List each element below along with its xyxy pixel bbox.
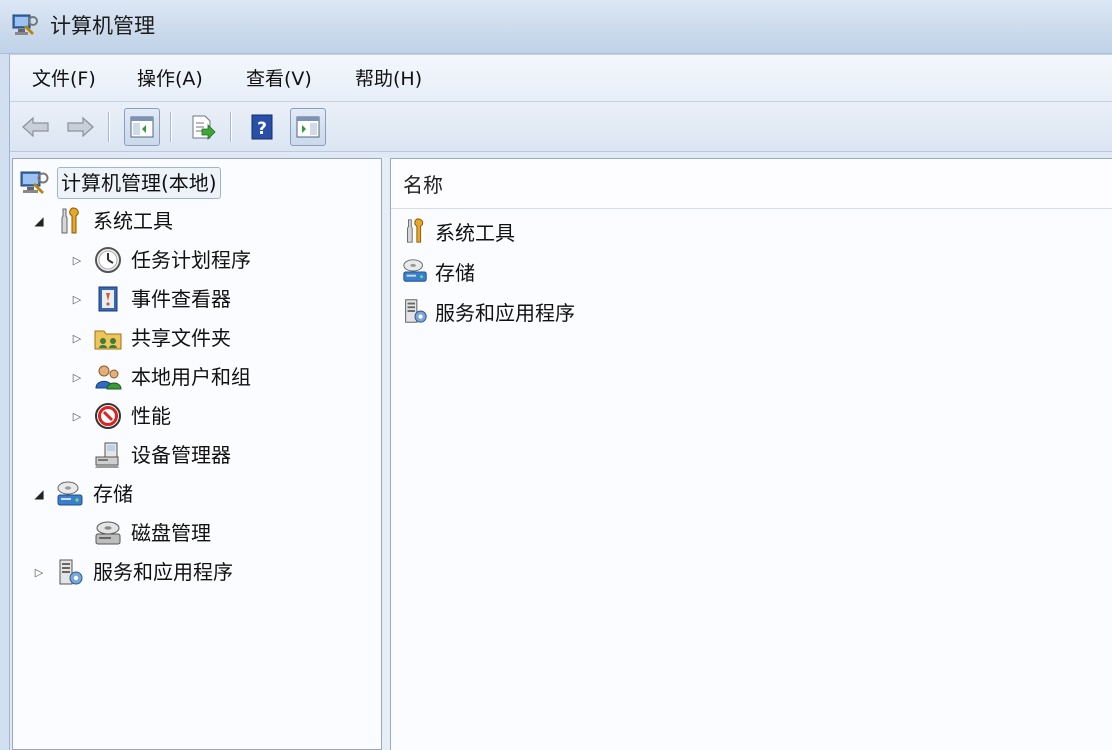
menu-file[interactable]: 文件(F) [28,65,100,93]
tree-item-label: 计算机管理(本地) [57,167,221,199]
computer-management-icon [12,14,38,35]
toolbar-separator [170,112,171,142]
help-icon: ? [251,114,273,140]
tree-item-label: 系统工具 [93,209,173,233]
toolbar-separator [108,112,109,142]
list-item-label: 服务和应用程序 [435,300,575,325]
console-tree-toggle-button[interactable] [124,108,160,146]
menu-bar: 文件(F) 操作(A) 查看(V) 帮助(H) [10,54,1112,102]
svg-text:?: ? [257,119,267,139]
action-pane-toggle-button[interactable] [290,108,326,146]
toolbar: ? [10,102,1112,152]
collapsed-triangle-icon[interactable]: ▷ [31,564,47,580]
title-bar: 计算机管理 [0,0,1112,54]
tree-item-device-manager[interactable]: 设备管理器 [93,437,231,473]
collapsed-triangle-icon[interactable]: ▷ [69,252,85,268]
menu-view[interactable]: 查看(V) [242,65,316,93]
performance-icon [95,403,121,429]
tree-item-shared-folders[interactable]: ▷ 共享文件夹 [69,320,231,356]
list-item-services-applications[interactable]: 服务和应用程序 [401,293,575,329]
tree-item-disk-management[interactable]: 磁盘管理 [93,515,211,551]
computer-management-icon [20,171,49,194]
storage-icon [57,481,83,506]
menu-action[interactable]: 操作(A) [133,65,207,93]
show-hide-console-tree-icon [130,116,154,138]
back-button[interactable] [18,108,54,146]
collapsed-triangle-icon[interactable]: ▷ [69,408,85,424]
export-list-button[interactable] [184,108,220,146]
tree-item-label: 存储 [93,482,133,506]
clock-icon [95,247,121,273]
tree-item-label: 服务和应用程序 [93,560,233,584]
tools-icon [407,218,424,243]
console-tree-pane: 计算机管理(本地) ◢ 系统工具 ▷ 任务计划程序 ▷ 事件查看器 ▷ 共享文件… [12,158,382,750]
forward-arrow-icon [67,116,94,138]
list-item-storage[interactable]: 存储 [401,253,475,289]
services-icon [405,299,427,323]
details-list-pane: 名称 系统工具 存储 服务和应用程序 [390,158,1112,750]
column-header-label: 名称 [403,173,443,197]
export-list-icon [192,115,216,140]
device-manager-icon [95,442,119,468]
tree-item-system-tools[interactable]: ◢ 系统工具 [31,203,173,239]
tree-item-services-applications[interactable]: ▷ 服务和应用程序 [31,554,233,590]
list-item-label: 存储 [435,260,475,285]
back-arrow-icon [22,116,49,138]
tree-item-label: 本地用户和组 [131,365,251,389]
tree-item-label: 性能 [131,404,171,428]
list-item-label: 系统工具 [435,220,515,245]
list-item-system-tools[interactable]: 系统工具 [401,213,515,249]
menu-help[interactable]: 帮助(H) [351,65,426,93]
tree-item-storage[interactable]: ◢ 存储 [31,476,133,512]
tree-item-task-scheduler[interactable]: ▷ 任务计划程序 [69,242,251,278]
tools-icon [61,207,79,234]
shared-folder-icon [94,330,122,350]
tree-item-computer-management-local[interactable]: 计算机管理(本地) [19,165,221,201]
users-icon [95,365,122,390]
show-hide-action-pane-icon [296,116,320,138]
services-icon [59,559,83,585]
collapsed-triangle-icon[interactable]: ▷ [69,330,85,346]
tree-item-event-viewer[interactable]: ▷ 事件查看器 [69,281,231,317]
window-title: 计算机管理 [50,14,155,38]
pane-splitter[interactable] [382,158,390,750]
toolbar-separator [230,112,231,142]
tree-item-label: 设备管理器 [131,443,231,467]
tree-item-label: 共享文件夹 [131,326,231,350]
tree-item-local-users-groups[interactable]: ▷ 本地用户和组 [69,359,251,395]
event-viewer-icon [98,286,118,312]
help-button[interactable]: ? [244,108,280,146]
window-frame-left [0,54,10,750]
tree-item-label: 事件查看器 [131,287,231,311]
column-header-name[interactable]: 名称 [391,159,1112,209]
expanded-triangle-icon[interactable]: ◢ [31,213,47,229]
tree-item-performance[interactable]: ▷ 性能 [69,398,171,434]
tree-item-label: 磁盘管理 [131,521,211,545]
collapsed-triangle-icon[interactable]: ▷ [69,369,85,385]
forward-button[interactable] [62,108,98,146]
collapsed-triangle-icon[interactable]: ▷ [69,291,85,307]
tree-item-label: 任务计划程序 [131,248,251,272]
storage-icon [403,259,427,282]
disk-management-icon [95,521,121,545]
expanded-triangle-icon[interactable]: ◢ [31,486,47,502]
